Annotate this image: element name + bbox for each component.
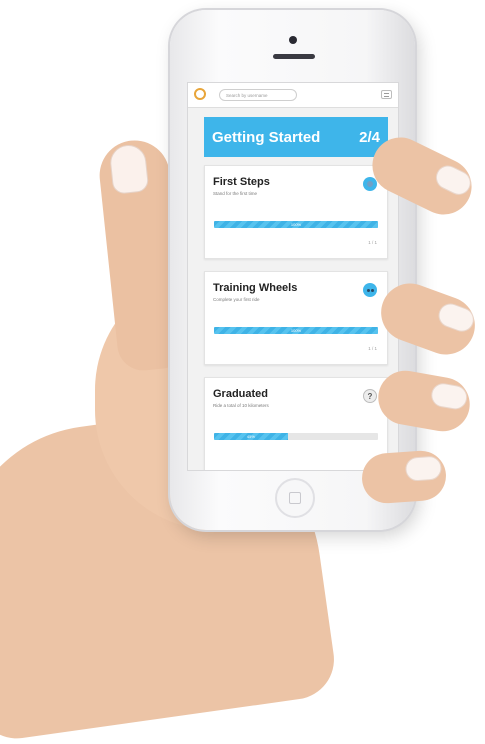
home-button[interactable] <box>275 478 315 518</box>
progress-count: 1 / 1 <box>368 240 377 245</box>
progress-bar: 100% <box>214 327 378 334</box>
achievement-badge-icon <box>363 283 377 297</box>
progress-fill: 45% <box>214 433 288 440</box>
achievement-description: Ride a total of 10 kilometers <box>213 403 269 408</box>
achievement-title: Training Wheels <box>213 282 298 294</box>
fingernail <box>429 381 470 412</box>
progress-fill: 100% <box>214 221 378 228</box>
achievement-card[interactable]: First Steps Stand for the first time 100… <box>204 165 388 259</box>
search-input[interactable]: Search by username <box>219 89 297 101</box>
app-screen: Search by username Getting Started 2/4 F… <box>187 82 399 471</box>
smartphone: Search by username Getting Started 2/4 F… <box>170 10 415 530</box>
progress-bar: 100% <box>214 221 378 228</box>
achievement-title: First Steps <box>213 176 270 188</box>
earpiece-speaker <box>273 54 315 59</box>
achievement-card[interactable]: Training Wheels Complete your first ride… <box>204 271 388 365</box>
fingernail <box>435 300 478 335</box>
achievement-card[interactable]: Graduated Ride a total of 10 kilometers … <box>204 377 388 470</box>
home-square-icon <box>289 492 301 504</box>
achievements-list: Getting Started 2/4 First Steps Stand fo… <box>204 117 388 470</box>
thumb-nail <box>108 143 150 195</box>
progress-count: 1 / 1 <box>368 346 377 351</box>
achievement-title: Graduated <box>213 388 269 400</box>
app-logo-icon[interactable] <box>194 88 206 100</box>
achievement-description: Complete your first ride <box>213 297 260 302</box>
section-header: Getting Started 2/4 <box>204 117 388 157</box>
section-progress: 2/4 <box>359 128 380 146</box>
achievement-description: Stand for the first time <box>213 191 258 196</box>
progress-bar: 45% <box>214 433 378 440</box>
top-bar: Search by username <box>188 83 398 108</box>
section-title: Getting Started <box>212 128 321 146</box>
progress-fill: 100% <box>214 327 378 334</box>
front-camera <box>289 36 297 44</box>
little-finger <box>360 449 448 505</box>
hamburger-menu-icon[interactable] <box>381 90 392 99</box>
locked-badge-icon: ? <box>363 389 377 403</box>
fingernail <box>404 455 443 482</box>
fingernail <box>431 161 475 199</box>
